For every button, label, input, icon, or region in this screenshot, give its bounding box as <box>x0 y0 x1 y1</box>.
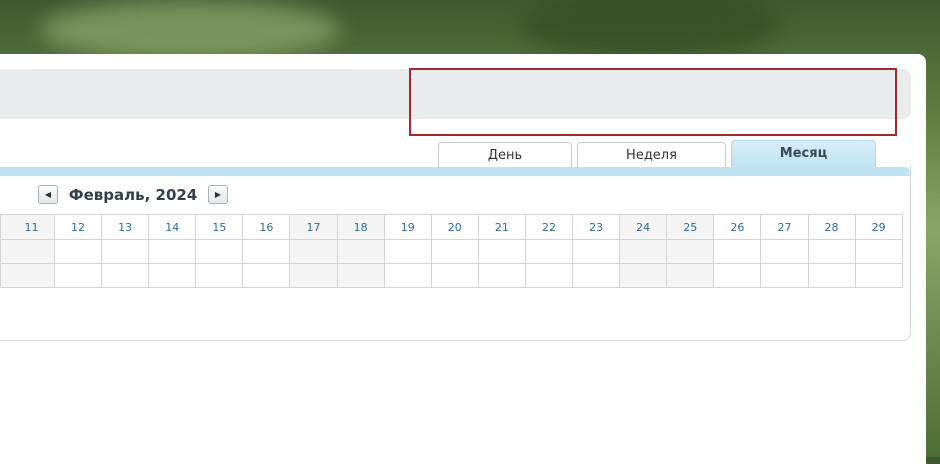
day-cell[interactable] <box>53 239 103 264</box>
day-number-15[interactable]: 15 <box>195 214 244 240</box>
day-cell[interactable] <box>148 239 197 264</box>
day-cell[interactable] <box>524 263 574 288</box>
next-month-button[interactable]: ▶ <box>208 185 228 204</box>
day-cell[interactable] <box>336 239 385 264</box>
day-cell[interactable] <box>477 239 526 264</box>
day-cell[interactable] <box>619 263 668 288</box>
day-cell[interactable] <box>572 263 621 288</box>
day-cell[interactable] <box>53 263 103 288</box>
day-cell[interactable] <box>289 263 338 288</box>
day-cell[interactable] <box>148 263 197 288</box>
day-cell[interactable] <box>760 263 809 288</box>
day-number-18[interactable]: 18 <box>336 214 385 240</box>
day-number-24[interactable]: 24 <box>619 214 668 240</box>
day-number-21[interactable]: 21 <box>477 214 526 240</box>
day-number-13[interactable]: 13 <box>101 214 150 240</box>
day-cell[interactable] <box>0 239 55 264</box>
day-number-29[interactable]: 29 <box>854 214 903 240</box>
day-header-row: 11 12 13 14 15 16 17 18 19 20 21 22 23 24 25 26 27 28 29 <box>0 214 903 240</box>
day-cell[interactable] <box>760 239 809 264</box>
day-number-17[interactable]: 17 <box>289 214 338 240</box>
tab-month[interactable]: Месяц <box>731 140 876 168</box>
tab-week[interactable]: Неделя <box>577 142 726 167</box>
day-cell[interactable] <box>195 263 244 288</box>
day-cell[interactable] <box>572 239 621 264</box>
day-number-19[interactable]: 19 <box>383 214 432 240</box>
calendar-row <box>0 263 903 288</box>
day-cell[interactable] <box>619 239 668 264</box>
day-cell[interactable] <box>242 239 291 264</box>
day-cell[interactable] <box>0 263 55 288</box>
month-title: Февраль, 2024 <box>68 186 198 204</box>
day-cell[interactable] <box>477 263 526 288</box>
day-cell[interactable] <box>336 263 385 288</box>
day-number-27[interactable]: 27 <box>760 214 809 240</box>
day-cell[interactable] <box>854 239 903 264</box>
day-cell[interactable] <box>383 263 432 288</box>
main-panel: День Неделя Месяц ◀ Февраль, 2024 ▶ 11 12… <box>0 54 926 464</box>
day-number-28[interactable]: 28 <box>807 214 856 240</box>
day-cell[interactable] <box>666 263 715 288</box>
day-cell[interactable] <box>430 239 479 264</box>
day-cell[interactable] <box>854 263 903 288</box>
day-cell[interactable] <box>430 263 479 288</box>
day-cell[interactable] <box>524 239 574 264</box>
day-number-22[interactable]: 22 <box>524 214 574 240</box>
day-cell[interactable] <box>101 263 150 288</box>
day-cell[interactable] <box>383 239 432 264</box>
prev-month-button[interactable]: ◀ <box>38 185 58 204</box>
day-cell[interactable] <box>666 239 715 264</box>
day-number-11[interactable]: 11 <box>0 214 55 240</box>
day-number-12[interactable]: 12 <box>53 214 103 240</box>
day-cell[interactable] <box>289 239 338 264</box>
day-number-16[interactable]: 16 <box>242 214 291 240</box>
month-grid: 11 12 13 14 15 16 17 18 19 20 21 22 23 24 25 26 27 28 29 <box>0 214 903 288</box>
day-cell[interactable] <box>807 263 856 288</box>
day-cell[interactable] <box>713 239 762 264</box>
day-number-25[interactable]: 25 <box>666 214 715 240</box>
triangle-right-icon: ▶ <box>214 190 222 199</box>
triangle-left-icon: ◀ <box>44 190 52 199</box>
header-bar <box>0 69 911 119</box>
day-cell[interactable] <box>807 239 856 264</box>
day-number-20[interactable]: 20 <box>430 214 479 240</box>
day-cell[interactable] <box>713 263 762 288</box>
day-number-26[interactable]: 26 <box>713 214 762 240</box>
day-number-23[interactable]: 23 <box>572 214 621 240</box>
calendar-row <box>0 239 903 264</box>
day-number-14[interactable]: 14 <box>148 214 197 240</box>
day-cell[interactable] <box>101 239 150 264</box>
day-cell[interactable] <box>242 263 291 288</box>
tab-day[interactable]: День <box>438 142 572 167</box>
day-cell[interactable] <box>195 239 244 264</box>
